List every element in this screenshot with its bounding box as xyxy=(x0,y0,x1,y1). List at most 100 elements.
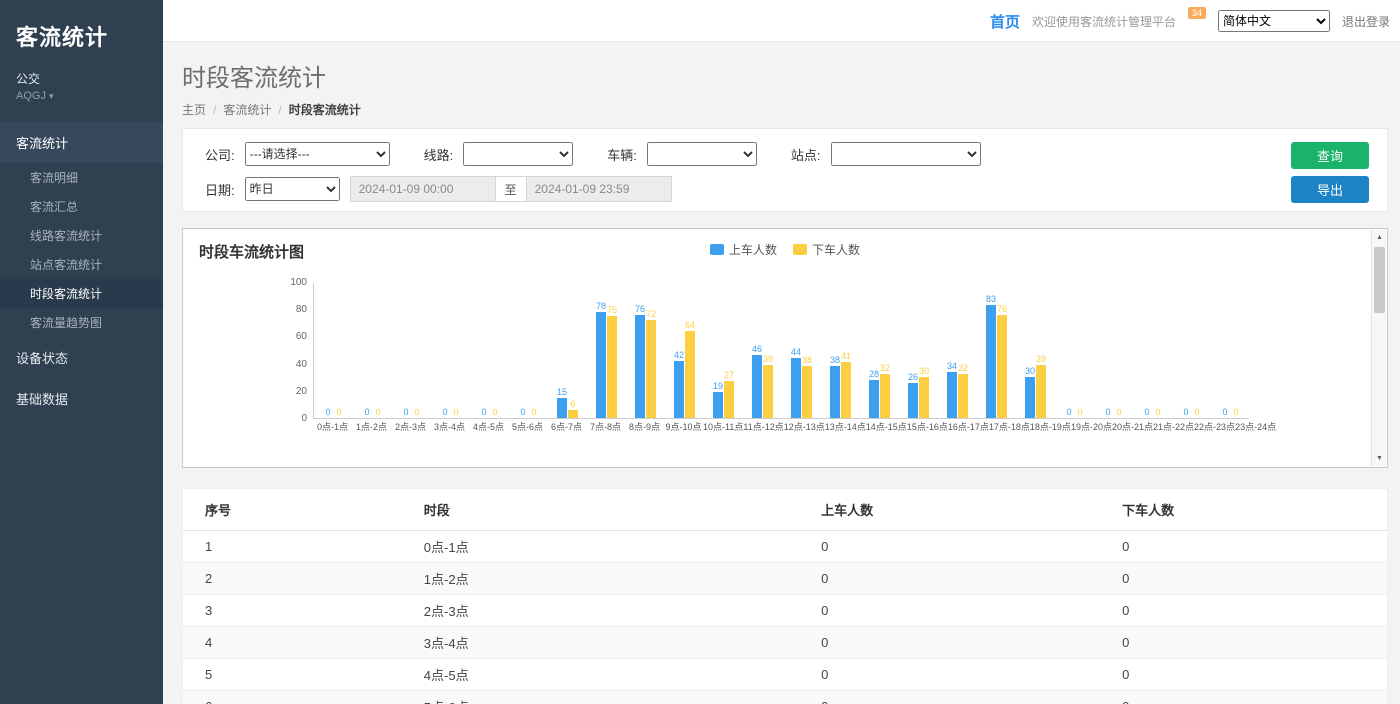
x-axis-cell: 14点-15点 xyxy=(866,422,907,433)
bar-value-label: 32 xyxy=(958,364,968,373)
table-header-cell: 上车人数 xyxy=(821,489,1122,531)
table-row[interactable]: 65点-6点00 xyxy=(183,691,1387,704)
bar[interactable] xyxy=(713,392,723,418)
bar-group: 00 xyxy=(353,283,392,418)
x-axis-label: 21点-22点 xyxy=(1153,422,1194,433)
table-row[interactable]: 21点-2点00 xyxy=(183,563,1387,595)
scroll-up-icon[interactable]: ▲ xyxy=(1372,230,1387,245)
language-select[interactable]: 简体中文 xyxy=(1218,10,1330,32)
bar[interactable] xyxy=(880,374,890,418)
vehicle-select[interactable] xyxy=(647,142,757,166)
legend-item[interactable]: 下车人数 xyxy=(793,241,860,258)
bar[interactable] xyxy=(607,316,617,418)
table-row[interactable]: 10点-1点00 xyxy=(183,531,1387,563)
export-button[interactable]: 导出 xyxy=(1291,176,1369,203)
y-axis-tick: 60 xyxy=(296,331,307,342)
table-cell: 0 xyxy=(1122,659,1387,691)
bar[interactable] xyxy=(752,355,762,418)
bar-group: 00 xyxy=(314,283,353,418)
date-preset-select[interactable]: 昨日 xyxy=(245,177,340,201)
bar-column: 83 xyxy=(986,283,996,418)
bar[interactable] xyxy=(919,377,929,418)
bar[interactable] xyxy=(635,315,645,418)
bar[interactable] xyxy=(802,366,812,418)
bar[interactable] xyxy=(791,358,801,418)
bar-value-label: 0 xyxy=(364,408,369,417)
bar[interactable] xyxy=(568,410,578,418)
y-axis-tick: 0 xyxy=(301,413,307,424)
sidebar-item-sub[interactable]: 时段客流统计 xyxy=(0,279,163,308)
bar[interactable] xyxy=(763,365,773,418)
bar[interactable] xyxy=(997,315,1007,418)
x-axis-label: 5点-6点 xyxy=(512,422,543,433)
bar-column: 28 xyxy=(869,283,879,418)
x-axis-label: 19点-20点 xyxy=(1071,422,1112,433)
x-axis-label: 4点-5点 xyxy=(473,422,504,433)
table-row[interactable]: 43点-4点00 xyxy=(183,627,1387,659)
bar[interactable] xyxy=(646,320,656,418)
bar[interactable] xyxy=(869,380,879,418)
y-axis-tick: 20 xyxy=(296,386,307,397)
bar[interactable] xyxy=(685,331,695,418)
bar-column: 38 xyxy=(830,283,840,418)
home-link[interactable]: 首页 xyxy=(990,11,1020,32)
bar[interactable] xyxy=(986,305,996,418)
sidebar-item-sub[interactable]: 客流明细 xyxy=(0,163,163,192)
bar-column: 0 xyxy=(1064,283,1074,418)
bar-value-label: 76 xyxy=(635,305,645,314)
bar[interactable] xyxy=(724,381,734,418)
bar[interactable] xyxy=(958,374,968,418)
bar-value-label: 0 xyxy=(1105,408,1110,417)
sidebar-item-section[interactable]: 客流统计 xyxy=(0,122,163,163)
breadcrumb-separator: / xyxy=(213,103,216,117)
bar[interactable] xyxy=(841,362,851,418)
bar[interactable] xyxy=(674,361,684,418)
x-axis-cell: 16点-17点 xyxy=(948,422,989,433)
bar-group: 00 xyxy=(1094,283,1133,418)
bar[interactable] xyxy=(596,312,606,418)
sidebar-item-sub[interactable]: 线路客流统计 xyxy=(0,221,163,250)
table-row[interactable]: 54点-5点00 xyxy=(183,659,1387,691)
bar-column: 78 xyxy=(596,283,606,418)
logout-link[interactable]: 退出登录 xyxy=(1342,13,1390,30)
user-menu[interactable]: AQGJ ▾ xyxy=(0,87,163,114)
y-axis-tick: 80 xyxy=(296,304,307,315)
bar-value-label: 30 xyxy=(919,367,929,376)
bar[interactable] xyxy=(1025,377,1035,418)
sidebar-item-section[interactable]: 基础数据 xyxy=(0,378,163,419)
breadcrumb-item[interactable]: 客流统计 xyxy=(223,103,271,117)
legend-item[interactable]: 上车人数 xyxy=(710,241,777,258)
sidebar-item-sub[interactable]: 客流汇总 xyxy=(0,192,163,221)
x-axis-label: 10点-11点 xyxy=(703,422,743,433)
date-from-input[interactable] xyxy=(350,176,496,202)
x-axis-cell: 2点-3点 xyxy=(391,422,430,433)
notification-badge[interactable]: 34 xyxy=(1188,7,1206,19)
scrollbar-thumb[interactable] xyxy=(1374,247,1385,313)
sidebar-item-sub[interactable]: 客流量趋势图 xyxy=(0,308,163,337)
bar[interactable] xyxy=(908,383,918,418)
company-select[interactable]: ---请选择--- xyxy=(245,142,390,166)
x-axis-cell: 13点-14点 xyxy=(825,422,866,433)
bar-column: 0 xyxy=(1220,283,1230,418)
x-axis-label: 3点-4点 xyxy=(434,422,465,433)
line-select[interactable] xyxy=(463,142,573,166)
sidebar-item-sub[interactable]: 站点客流统计 xyxy=(0,250,163,279)
sidebar-item-section[interactable]: 设备状态 xyxy=(0,337,163,378)
scroll-down-icon[interactable]: ▼ xyxy=(1372,451,1387,466)
chart-scrollbar[interactable]: ▲ ▼ xyxy=(1371,230,1386,466)
x-axis-label: 23点-24点 xyxy=(1235,422,1276,433)
bar[interactable] xyxy=(1036,365,1046,418)
bar-value-label: 0 xyxy=(453,408,458,417)
bar-column: 76 xyxy=(635,283,645,418)
bar[interactable] xyxy=(830,366,840,418)
breadcrumb-item[interactable]: 主页 xyxy=(182,103,206,117)
table-row[interactable]: 32点-3点00 xyxy=(183,595,1387,627)
bar[interactable] xyxy=(947,372,957,418)
query-button[interactable]: 查询 xyxy=(1291,142,1369,169)
station-select[interactable] xyxy=(831,142,981,166)
bar[interactable] xyxy=(557,398,567,418)
bar-column: 0 xyxy=(334,283,344,418)
bar-value-label: 0 xyxy=(1077,408,1082,417)
date-to-input[interactable] xyxy=(526,176,672,202)
bar-group: 2630 xyxy=(899,283,938,418)
